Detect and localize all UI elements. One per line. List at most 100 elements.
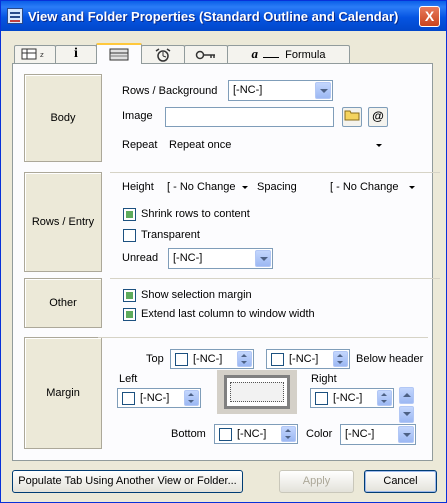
- tab-formula-label: Formula: [285, 49, 326, 61]
- chevron-down-icon: [409, 186, 415, 189]
- margin-preview-graphic: [217, 370, 297, 414]
- height-value: [ - No Change: [167, 181, 236, 193]
- folder-button[interactable]: [342, 107, 362, 127]
- margin-preview-inner: [230, 382, 284, 402]
- close-button[interactable]: X: [419, 6, 440, 27]
- calendar-icon: [155, 48, 171, 62]
- populate-tab-label: Populate Tab Using Another View or Folde…: [18, 475, 237, 487]
- tab-security[interactable]: [184, 45, 228, 63]
- spinner-arrows-icon[interactable]: [237, 351, 252, 367]
- below-header-checkbox[interactable]: [271, 353, 284, 366]
- right-margin-value: [-NC-]: [333, 392, 363, 404]
- image-label: Image: [122, 110, 153, 122]
- bottom-margin-label: Bottom: [171, 428, 206, 440]
- margin-color-value: [-NC-]: [345, 428, 375, 440]
- repeat-label: Repeat: [122, 139, 158, 151]
- repeat-select[interactable]: Repeat once: [165, 137, 385, 155]
- left-margin-checkbox[interactable]: [122, 392, 135, 405]
- body-group-label: Body: [24, 74, 102, 162]
- chevron-down-icon: [242, 186, 248, 189]
- tab-style[interactable]: [96, 43, 142, 64]
- shrink-rows-label: Shrink rows to content: [141, 208, 250, 220]
- spacing-value: [ - No Change: [330, 181, 399, 193]
- height-select[interactable]: [ - No Change: [163, 179, 251, 197]
- tab-calendar[interactable]: [141, 45, 185, 63]
- spacing-label: Spacing: [257, 181, 297, 193]
- top-margin-value: [-NC-]: [193, 353, 223, 365]
- right-margin-checkbox[interactable]: [315, 392, 328, 405]
- margin-preview-outer: [224, 375, 290, 409]
- spinner-arrows-icon[interactable]: [281, 426, 296, 442]
- spacing-select[interactable]: [ - No Change: [326, 179, 418, 197]
- shrink-rows-checkbox[interactable]: [123, 208, 136, 221]
- info-icon: i: [74, 46, 78, 61]
- left-margin-value: [-NC-]: [140, 392, 170, 404]
- right-margin-spinner[interactable]: [-NC-]: [310, 388, 394, 408]
- below-header-spinner[interactable]: [-NC-]: [266, 349, 350, 369]
- unread-label: Unread: [122, 252, 159, 264]
- extend-last-column-label: Extend last column to window width: [141, 308, 315, 320]
- outline-style-icon: [109, 48, 129, 61]
- top-margin-label: Top: [146, 353, 164, 365]
- rows-entry-group-label: Rows / Entry: [24, 172, 102, 272]
- image-input[interactable]: [165, 107, 334, 127]
- left-margin-label: Left: [119, 373, 138, 385]
- right-margin-label: Right: [311, 373, 337, 385]
- formula-underline: [263, 57, 280, 58]
- chevron-down-icon[interactable]: [398, 426, 414, 443]
- app-icon: [7, 8, 23, 24]
- margin-vertical-spinner[interactable]: [399, 387, 414, 423]
- repeat-value: Repeat once: [169, 139, 232, 151]
- bottom-margin-value: [-NC-]: [237, 428, 267, 440]
- margin-divider: [98, 337, 428, 338]
- other-group-label: Other: [24, 278, 102, 328]
- transparent-label: Transparent: [141, 229, 200, 241]
- outline-grid-icon: z: [21, 48, 44, 60]
- apply-button[interactable]: Apply: [279, 470, 354, 493]
- chevron-down-icon[interactable]: [255, 250, 271, 267]
- rows-background-label: Rows / Background: [122, 85, 218, 97]
- rows-background-select[interactable]: [-NC-]: [228, 80, 333, 101]
- margin-color-select[interactable]: [-NC-]: [340, 424, 416, 445]
- below-header-label: Below header: [356, 353, 424, 365]
- body-group-content: Rows / Background [-NC-] Image @ Repeat …: [110, 74, 440, 162]
- folder-icon: [344, 110, 360, 121]
- show-selection-margin-label: Show selection margin: [141, 289, 252, 301]
- apply-label: Apply: [302, 475, 331, 487]
- other-group-content: Show selection margin Extend last column…: [110, 278, 440, 328]
- cancel-label: Cancel: [383, 475, 418, 487]
- top-margin-spinner[interactable]: [-NC-]: [170, 349, 254, 369]
- title-bar[interactable]: View and Folder Properties (Standard Out…: [1, 1, 446, 31]
- spinner-arrows-icon[interactable]: [184, 390, 199, 406]
- show-selection-margin-checkbox[interactable]: [123, 289, 136, 302]
- unread-value: [-NC-]: [173, 252, 203, 264]
- populate-tab-button[interactable]: Populate Tab Using Another View or Folde…: [12, 470, 243, 493]
- left-margin-spinner[interactable]: [-NC-]: [117, 388, 201, 408]
- chevron-up-icon[interactable]: [399, 387, 414, 404]
- other-group: Other Show selection margin Extend last …: [24, 278, 440, 328]
- cancel-button[interactable]: Cancel: [364, 470, 437, 493]
- transparent-checkbox[interactable]: [123, 229, 136, 242]
- chevron-down-icon[interactable]: [399, 406, 414, 423]
- bottom-margin-checkbox[interactable]: [219, 428, 232, 441]
- margin-group-label: Margin: [24, 337, 102, 449]
- top-margin-checkbox[interactable]: [175, 353, 188, 366]
- spinner-arrows-icon[interactable]: [333, 351, 348, 367]
- bottom-margin-spinner[interactable]: [-NC-]: [214, 424, 298, 444]
- formula-at-button[interactable]: @: [368, 107, 388, 127]
- tab-info[interactable]: i: [55, 45, 97, 63]
- height-label: Height: [122, 181, 154, 193]
- chevron-down-icon: [376, 144, 382, 147]
- window-title: View and Folder Properties (Standard Out…: [28, 9, 399, 24]
- unread-select[interactable]: [-NC-]: [168, 248, 273, 269]
- formula-icon: a: [251, 46, 259, 61]
- tab-formula[interactable]: a Formula: [227, 45, 350, 63]
- rows-entry-group-content: Height [ - No Change Spacing [ - No Chan…: [110, 172, 440, 272]
- chevron-down-icon[interactable]: [315, 82, 331, 99]
- spinner-arrows-icon[interactable]: [377, 390, 392, 406]
- body-group: Body Rows / Background [-NC-] Image @ Re…: [24, 74, 434, 162]
- rows-entry-group: Rows / Entry Height [ - No Change Spacin…: [24, 172, 440, 272]
- extend-last-column-checkbox[interactable]: [123, 308, 136, 321]
- dialog-window: View and Folder Properties (Standard Out…: [0, 0, 447, 503]
- tab-outline[interactable]: z: [14, 45, 56, 63]
